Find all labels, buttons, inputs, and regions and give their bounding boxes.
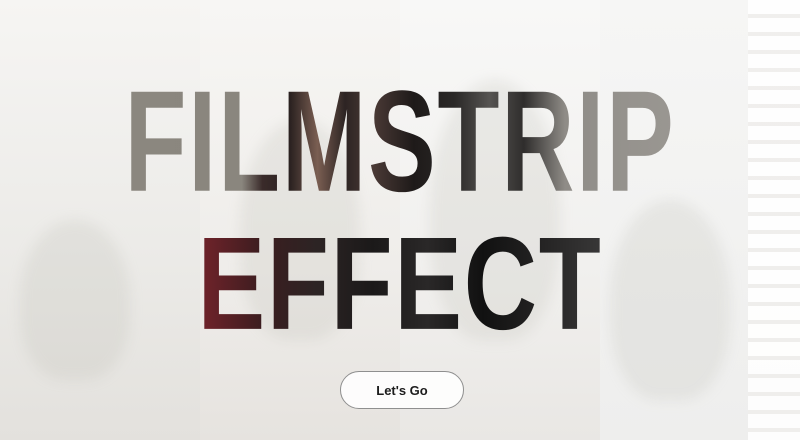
- hero-title-line-1: FILMSTRIP: [56, 70, 744, 214]
- hero-title-line-2: EFFECT: [56, 218, 744, 350]
- filmstrip-edge: [748, 0, 800, 440]
- hero-section: FILMSTRIP EFFECT Let's Go: [0, 0, 800, 440]
- lets-go-button[interactable]: Let's Go: [340, 371, 464, 409]
